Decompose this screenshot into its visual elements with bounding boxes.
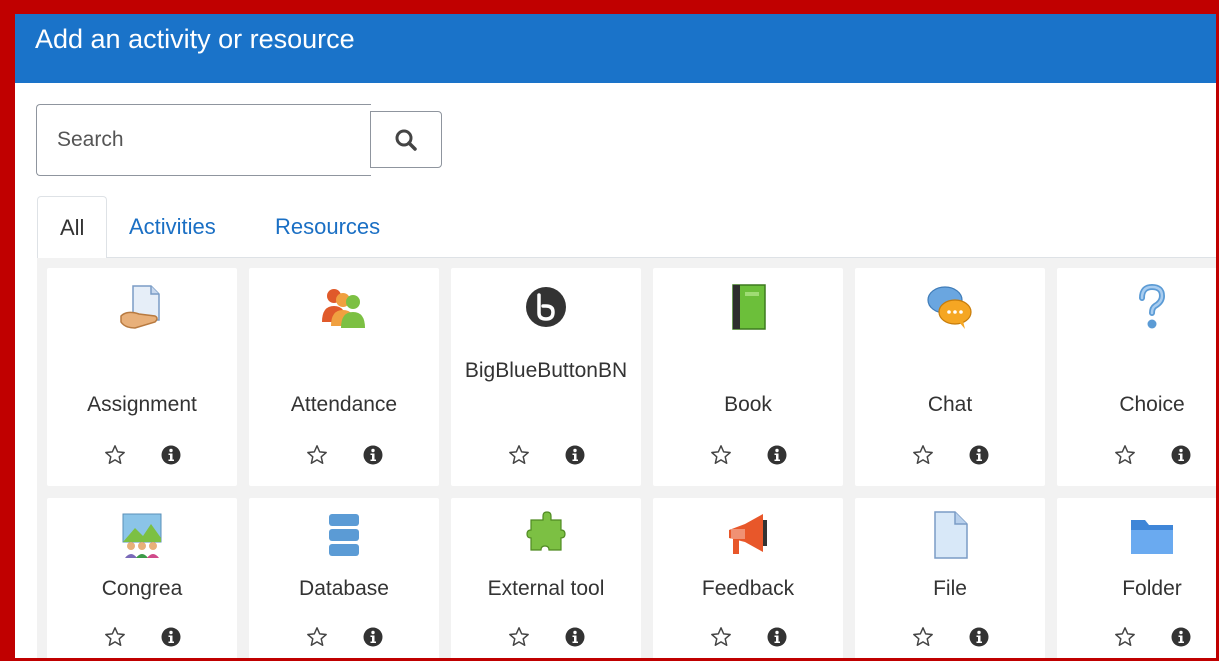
module-label: Attendance: [290, 393, 398, 416]
module-card-book[interactable]: Book: [653, 268, 843, 486]
tab-activities[interactable]: Activities: [107, 196, 238, 258]
module-label: File: [933, 577, 967, 600]
tab-all[interactable]: All: [37, 196, 108, 259]
modal-title: Add an activity or resource: [35, 24, 355, 54]
info-icon[interactable]: [363, 627, 383, 647]
module-label: Choice: [1119, 393, 1185, 416]
assignment-icon: [120, 285, 160, 329]
star-icon[interactable]: [306, 626, 328, 648]
tab-bar: All Activities Resources: [37, 196, 1216, 259]
modal-header: Add an activity or resource: [15, 14, 1216, 83]
info-icon[interactable]: [363, 445, 383, 465]
module-label: Chat: [927, 393, 973, 416]
module-card-choice[interactable]: Choice: [1057, 268, 1216, 486]
info-icon[interactable]: [565, 627, 585, 647]
module-card-chat[interactable]: Chat: [855, 268, 1045, 486]
star-icon[interactable]: [508, 626, 530, 648]
book-icon: [732, 284, 766, 330]
info-icon[interactable]: [161, 445, 181, 465]
module-card-bigbluebutton[interactable]: BigBlueButtonBN: [451, 268, 641, 486]
star-icon[interactable]: [104, 626, 126, 648]
module-card-feedback[interactable]: Feedback: [653, 498, 843, 658]
search-button[interactable]: [370, 111, 442, 168]
module-label: External tool: [487, 577, 605, 600]
module-label: Congrea: [101, 577, 183, 600]
congrea-icon: [122, 513, 162, 558]
star-icon[interactable]: [912, 626, 934, 648]
module-label: Book: [724, 393, 772, 416]
star-icon[interactable]: [912, 444, 934, 466]
module-label: BigBlueButtonBN: [464, 359, 628, 382]
star-icon[interactable]: [710, 444, 732, 466]
info-icon[interactable]: [767, 445, 787, 465]
module-card-congrea[interactable]: Congrea: [47, 498, 237, 658]
info-icon[interactable]: [969, 627, 989, 647]
module-label: Database: [299, 577, 389, 600]
choice-icon: [1139, 283, 1166, 329]
module-card-folder[interactable]: Folder: [1057, 498, 1216, 658]
tab-resources[interactable]: Resources: [253, 196, 402, 258]
info-icon[interactable]: [969, 445, 989, 465]
chat-icon: [927, 286, 972, 329]
star-icon[interactable]: [1114, 444, 1136, 466]
star-icon[interactable]: [1114, 626, 1136, 648]
attendance-icon: [322, 289, 365, 328]
info-icon[interactable]: [161, 627, 181, 647]
module-card-database[interactable]: Database: [249, 498, 439, 658]
database-icon: [329, 514, 359, 556]
bigbluebutton-icon: [526, 287, 566, 327]
module-label: Assignment: [87, 393, 197, 416]
module-card-file[interactable]: File: [855, 498, 1045, 658]
star-icon[interactable]: [306, 444, 328, 466]
module-label: Feedback: [701, 577, 795, 600]
info-icon[interactable]: [767, 627, 787, 647]
folder-icon: [1131, 520, 1173, 554]
star-icon[interactable]: [710, 626, 732, 648]
search-input[interactable]: [36, 104, 371, 176]
module-card-attendance[interactable]: Attendance: [249, 268, 439, 486]
module-label: Folder: [1122, 577, 1182, 600]
module-card-assignment[interactable]: Assignment: [47, 268, 237, 486]
info-icon[interactable]: [1171, 627, 1191, 647]
star-icon[interactable]: [104, 444, 126, 466]
info-icon[interactable]: [1171, 445, 1191, 465]
modal-frame: Add an activity or resource All Activiti…: [0, 0, 1219, 661]
star-icon[interactable]: [508, 444, 530, 466]
external-tool-icon: [526, 511, 566, 551]
search-icon: [395, 129, 417, 151]
info-icon[interactable]: [565, 445, 585, 465]
module-grid: Assignment Attendance BigBlueButtonBN Bo…: [37, 258, 1216, 658]
module-card-external-tool[interactable]: External tool: [451, 498, 641, 658]
file-icon: [934, 511, 968, 559]
feedback-icon: [729, 514, 767, 554]
